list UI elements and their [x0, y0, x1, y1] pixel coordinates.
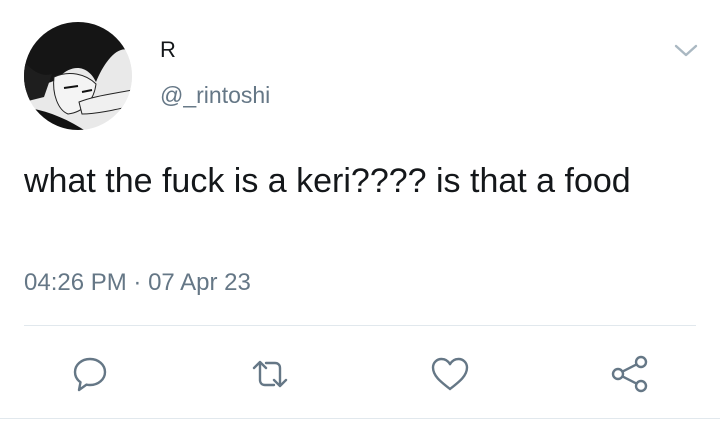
avatar-image [24, 22, 132, 130]
retweet-button[interactable] [248, 352, 292, 396]
share-button[interactable] [608, 352, 652, 396]
tweet-text: what the fuck is a keri???? is that a fo… [24, 162, 631, 200]
share-icon [611, 355, 648, 393]
reply-icon [73, 357, 107, 392]
avatar[interactable] [24, 22, 132, 130]
retweet-icon [252, 360, 288, 388]
divider [24, 325, 696, 326]
tweet-date: 07 Apr 23 [148, 269, 251, 296]
divider [0, 418, 720, 419]
meta-separator: · [133, 269, 142, 296]
reply-button[interactable] [68, 352, 112, 396]
chevron-down-icon[interactable] [672, 40, 700, 62]
tweet-time: 04:26 PM [24, 269, 127, 296]
tweet-timestamp[interactable]: 04:26 PM · 07 Apr 23 [24, 267, 251, 299]
username-handle[interactable]: @_rintoshi [160, 80, 270, 110]
like-button[interactable] [428, 352, 472, 396]
display-name[interactable]: R [160, 36, 176, 64]
like-icon [431, 357, 469, 391]
